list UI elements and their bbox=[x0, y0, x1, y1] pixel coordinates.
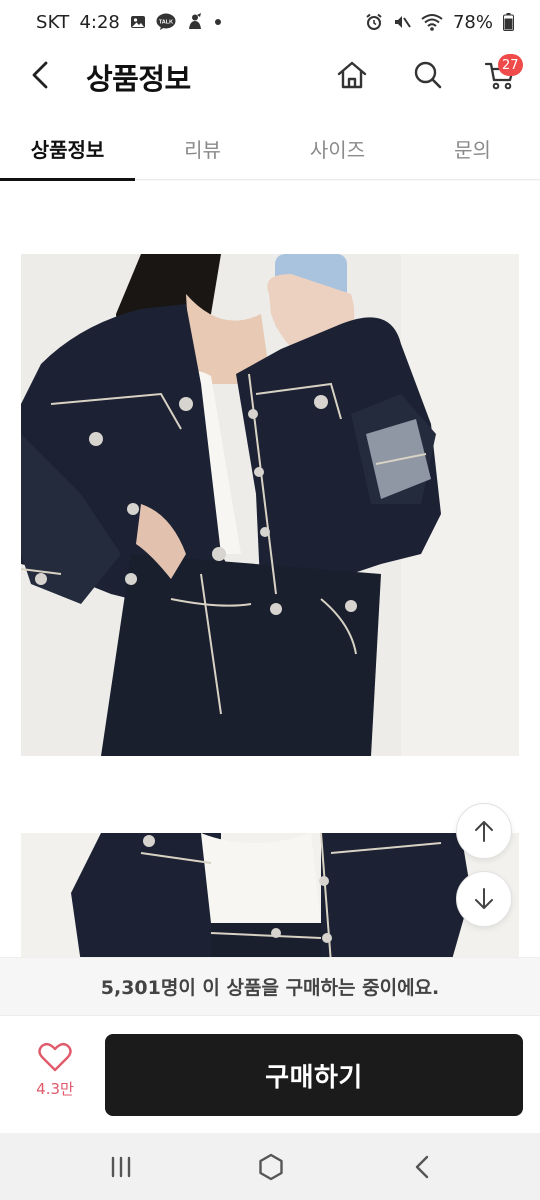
status-left: SKT 4:28 TALK bbox=[36, 12, 222, 33]
chevron-left-icon bbox=[32, 61, 48, 89]
heart-icon bbox=[38, 1042, 72, 1072]
system-back-button[interactable] bbox=[400, 1147, 444, 1187]
tab-reviews[interactable]: 리뷰 bbox=[135, 116, 270, 180]
mute-icon bbox=[393, 13, 411, 31]
home-icon bbox=[337, 61, 367, 89]
like-count: 4.3만 bbox=[36, 1080, 74, 1098]
page-title: 상품정보 bbox=[86, 62, 191, 96]
buy-button[interactable]: 구매하기 bbox=[105, 1034, 523, 1116]
carrier-label: SKT bbox=[36, 11, 70, 33]
dot-icon bbox=[214, 18, 222, 26]
talk-icon: TALK bbox=[156, 13, 176, 31]
hexagon-home-icon bbox=[259, 1153, 283, 1181]
notification-icon bbox=[186, 13, 204, 31]
cart-count-badge: 27 bbox=[498, 54, 523, 76]
product-photo-denim-jacket-2 bbox=[21, 833, 519, 957]
battery-icon bbox=[503, 13, 514, 31]
recent-apps-icon bbox=[111, 1156, 131, 1178]
scroll-up-button[interactable] bbox=[456, 803, 512, 859]
recent-apps-button[interactable] bbox=[99, 1147, 143, 1187]
svg-text:TALK: TALK bbox=[159, 20, 173, 26]
arrow-down-icon bbox=[475, 888, 493, 909]
tab-bar: 상품정보 리뷰 사이즈 문의 bbox=[0, 116, 540, 181]
gallery-icon bbox=[130, 14, 146, 30]
battery-label: 78% bbox=[452, 11, 493, 33]
product-photo-denim-jacket bbox=[21, 254, 519, 756]
system-nav-bar bbox=[0, 1133, 540, 1200]
wifi-icon bbox=[421, 13, 443, 31]
status-bar: SKT 4:28 TALK 78% bbox=[0, 0, 540, 44]
scroll-down-button[interactable] bbox=[456, 871, 512, 927]
product-image bbox=[21, 254, 519, 756]
nav-back-icon bbox=[415, 1155, 429, 1179]
product-image bbox=[21, 833, 519, 957]
like-button[interactable]: 4.3만 bbox=[22, 1042, 88, 1114]
tab-size[interactable]: 사이즈 bbox=[270, 116, 405, 180]
search-icon bbox=[414, 61, 442, 89]
tab-product-info[interactable]: 상품정보 bbox=[0, 116, 135, 181]
clock-label: 4:28 bbox=[79, 11, 120, 33]
system-home-button[interactable] bbox=[249, 1147, 293, 1187]
home-button[interactable] bbox=[330, 54, 374, 96]
buyers-count-banner: 5,301명이 이 상품을 구매하는 중이에요. bbox=[0, 957, 540, 1015]
screen: SKT 4:28 TALK 78% 상품정보 27 상품정보 리뷰 사이즈 문의… bbox=[0, 0, 540, 1200]
status-right: 78% bbox=[365, 12, 514, 33]
app-header: 상품정보 bbox=[0, 44, 540, 106]
tab-inquiry[interactable]: 문의 bbox=[405, 116, 540, 180]
arrow-up-icon bbox=[475, 821, 493, 842]
back-button[interactable] bbox=[22, 56, 58, 94]
purchase-action-bar: 4.3만 구매하기 bbox=[0, 1015, 540, 1133]
search-button[interactable] bbox=[406, 54, 450, 96]
alarm-icon bbox=[365, 13, 383, 31]
